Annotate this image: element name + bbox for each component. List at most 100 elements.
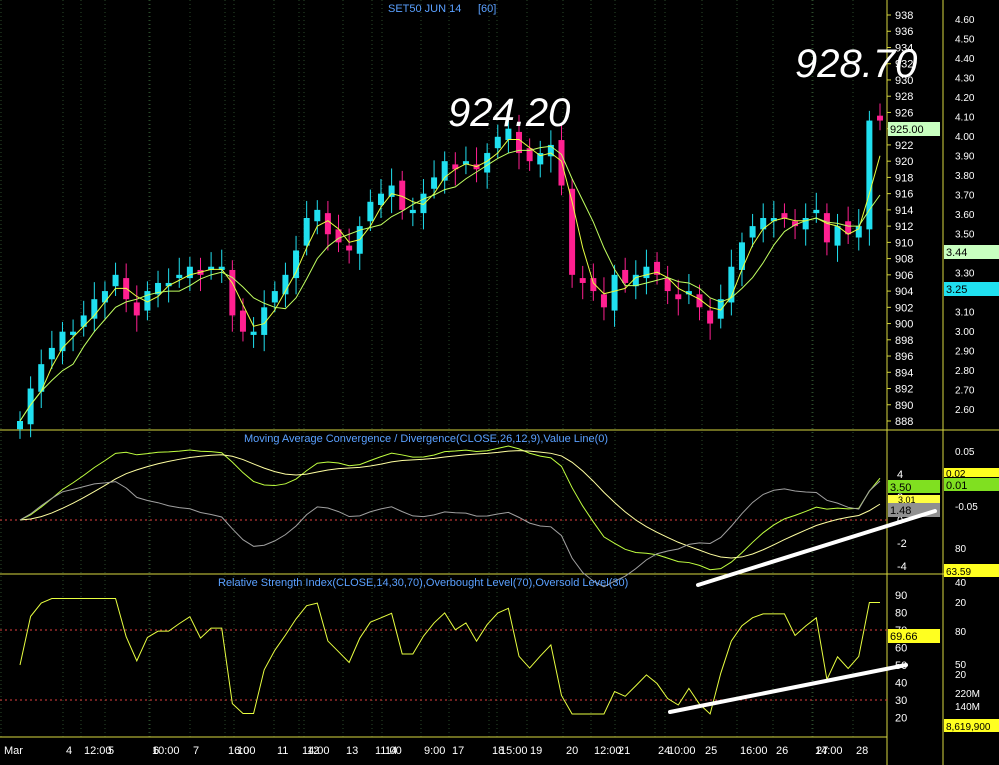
right-tick: 4.00 [955,132,975,143]
rsi-right-tick: 20 [955,598,967,609]
x-tick-label: 9:00 [424,745,445,757]
right-value-axis: 4.60 4.50 4.40 4.30 4.20 4.10 4.00 3.90 3.80 3.70… [955,15,975,416]
annotation-peak-1: 924.20 [448,91,570,135]
x-tick-label: 10 [237,745,249,757]
candle-body [271,291,278,303]
rsi-title: Relative Strength Index(CLOSE,14,30,70),… [218,577,628,589]
macd-right-tick: 80 [955,544,967,555]
right-tick: 2.80 [955,366,975,377]
candle-body [707,310,714,324]
right-tick: 3.60 [955,210,975,221]
price-tick: 902 [895,302,913,314]
candle-body [399,180,406,210]
right-tick: 3.10 [955,308,975,319]
right-marker-2: 3.25 [946,284,967,296]
candle-body [324,213,331,235]
price-tick: 920 [895,156,913,168]
candle-body [388,185,395,197]
chart-title: SET50 JUN 14 [388,3,461,15]
x-tick-label: 17 [452,745,464,757]
x-tick-label: 19 [530,745,542,757]
price-tick: 912 [895,221,913,233]
rsi-tick: 20 [895,713,907,725]
price-tick: 908 [895,254,913,266]
price-tick: 892 [895,384,913,396]
candle-body [80,315,87,327]
candle-body [293,250,300,279]
candle-body [813,209,820,214]
candle-body [176,274,183,279]
price-tick: 894 [895,367,913,379]
x-tick-label: 20 [566,745,578,757]
candle-body [133,302,140,316]
price-tick: 888 [895,416,913,428]
candle-body [834,226,841,246]
right-tick: 2.90 [955,347,975,358]
price-tick: 896 [895,351,913,363]
macd-label: 3.50 [890,482,911,494]
candle-body [579,278,586,283]
x-tick-label: 28 [856,745,868,757]
macd-tick: -4 [897,561,907,573]
macd-hist-label: 1.48 [890,505,911,517]
candle-body [600,294,607,308]
macd-right-b: 0.01 [946,480,967,492]
candle-body [494,136,501,149]
x-tick-label: 4 [66,745,72,757]
x-tick-label: Mar [4,745,23,757]
price-tick: 904 [895,286,913,298]
right-tick: 3.50 [955,230,975,241]
candle-body [377,193,384,206]
price-tick: 914 [895,205,913,217]
x-tick-label: 14:00 [815,745,843,757]
candle-body [823,213,830,243]
macd-right-tick: -0.05 [955,502,978,513]
price-tick: 910 [895,237,913,249]
candle-body [27,388,34,425]
price-tick: 898 [895,335,913,347]
right-tick: 4.40 [955,54,975,65]
last-price-label: 925.00 [890,124,924,136]
x-tick-label: 7 [193,745,199,757]
candle-body [749,226,756,238]
right-tick: 2.60 [955,405,975,416]
right-tick: 4.50 [955,35,975,46]
right-tick: 4.30 [955,74,975,85]
rsi-tick: 30 [895,695,907,707]
x-tick-label: 25 [705,745,717,757]
x-tick-label: 15:00 [500,745,528,757]
price-tick: 936 [895,26,913,38]
candle-body [17,421,23,430]
candle-body [250,331,257,335]
rsi-tick: 40 [895,678,907,690]
candle-body [622,269,629,283]
right-tick: 3.80 [955,171,975,182]
right-marker-1: 3.44 [946,247,967,259]
candle-body [101,291,108,303]
rsi-right-tick: 20 [955,670,967,681]
right-tick: 4.20 [955,93,975,104]
volume-tick: 220M [955,689,980,700]
right-tick: 3.00 [955,327,975,338]
candle-body [303,218,310,246]
x-tick-label: 5 [108,745,114,757]
x-tick-label: 6 [153,745,159,757]
price-tick: 916 [895,189,913,201]
candle-body [112,274,119,287]
macd-tick: 4 [897,469,903,481]
candle-body [420,193,427,214]
macd-right-tick: 40 [955,578,967,589]
x-tick-label: 12 [307,745,319,757]
candle-body [611,274,618,311]
price-tick: 918 [895,172,913,184]
price-tick: 900 [895,319,913,331]
candle-body [675,294,682,300]
x-tick-label: 13 [346,745,358,757]
rsi-right-tick: 80 [955,627,967,638]
price-tick: 906 [895,270,913,282]
candle-body [781,213,788,218]
chart-svg[interactable]: SET50 JUN 14 [60] 9389369349329309289269… [0,0,999,765]
volume-tick: 140M [955,702,980,713]
x-tick-label: 21 [618,745,630,757]
candle-body [239,310,246,332]
